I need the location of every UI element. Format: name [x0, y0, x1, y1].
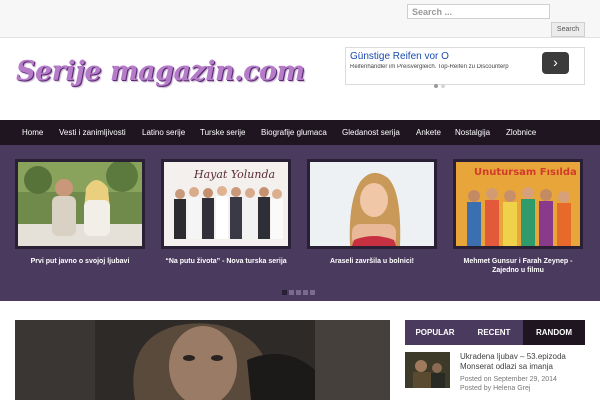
ad-subtitle: Reifenhändler im Preisvergleich. Top-Rei…	[350, 64, 509, 70]
search-input[interactable]	[407, 4, 550, 19]
slide-image-title: Hayat Yolunda	[193, 168, 275, 181]
slide-image[interactable]	[307, 159, 437, 249]
slide-caption[interactable]: Araseli završila u bolnici!	[307, 257, 437, 266]
slide[interactable]: Unutursam Fısılda Mehmet Gunsur i Farah …	[453, 159, 583, 275]
sidebar-tabs: POPULAR RECENT RANDOM	[405, 320, 585, 345]
slide[interactable]: Prvi put javno o svojoj ljubavi	[15, 159, 145, 266]
slide[interactable]: Hayat Yolunda “Na putu života” - Nova tu…	[161, 159, 291, 266]
nav-item-ankete[interactable]: Ankete	[416, 120, 441, 145]
slide-image[interactable]: Hayat Yolunda	[161, 159, 291, 249]
slide-image-title: Unutursam Fısılda	[474, 167, 577, 178]
site-logo[interactable]: Serije magazin.com	[16, 56, 305, 87]
main-nav: Home Vesti i zanimljivosti Latino serije…	[0, 120, 600, 145]
nav-item-latino[interactable]: Latino serije	[142, 120, 185, 145]
slider-dot[interactable]	[282, 290, 287, 295]
post-author: Posted by Helena Grej	[460, 385, 531, 392]
ad-title[interactable]: Günstige Reifen vor O	[350, 51, 530, 62]
slide-caption[interactable]: “Na putu života” - Nova turska serija	[161, 257, 291, 266]
nav-item-turske[interactable]: Turske serije	[200, 120, 246, 145]
slide-image[interactable]	[15, 159, 145, 249]
nav-item-home[interactable]: Home	[22, 120, 43, 145]
featured-article-image[interactable]	[15, 320, 390, 400]
nav-item-vesti[interactable]: Vesti i zanimljivosti	[59, 120, 126, 145]
ad-pagination	[434, 75, 448, 93]
slider-dot[interactable]	[296, 290, 301, 295]
nav-item-gledanost[interactable]: Gledanost serija	[342, 120, 400, 145]
ad-banner[interactable]: Günstige Reifen vor O Reifenhändler im P…	[345, 47, 585, 88]
site-header: Serije magazin.com Günstige Reifen vor O…	[0, 38, 600, 120]
nav-item-zlobnice[interactable]: Zlobnice	[506, 120, 536, 145]
post-thumbnail[interactable]	[405, 352, 450, 388]
post-meta: Posted on September 29, 2014 Posted by H…	[460, 375, 557, 393]
slider-dot[interactable]	[289, 290, 294, 295]
slider-dot[interactable]	[303, 290, 308, 295]
featured-slider: Prvi put javno o svojoj ljubavi Hayat Yo…	[0, 145, 600, 301]
slider-pagination	[282, 282, 317, 300]
slide-image[interactable]: Unutursam Fısılda	[453, 159, 583, 249]
tab-recent[interactable]: RECENT	[465, 320, 523, 345]
slide[interactable]: Araseli završila u bolnici!	[307, 159, 437, 266]
nav-item-biografije[interactable]: Biografije glumaca	[261, 120, 327, 145]
tab-random[interactable]: RANDOM	[523, 320, 585, 345]
tab-popular[interactable]: POPULAR	[405, 320, 465, 345]
post-title[interactable]: Ukradena ljubav – 53.epizoda Monserat od…	[460, 352, 585, 372]
search-button[interactable]: Search	[551, 22, 585, 37]
slide-caption[interactable]: Prvi put javno o svojoj ljubavi	[15, 257, 145, 266]
post-date: Posted on September 29, 2014	[460, 376, 557, 383]
chevron-right-icon[interactable]: ›	[542, 52, 569, 74]
top-bar: Search	[0, 0, 600, 38]
slider-dot[interactable]	[310, 290, 315, 295]
slide-caption[interactable]: Mehmet Gunsur i Farah Zeynep - Zajedno u…	[453, 257, 583, 275]
ad-dot[interactable]	[441, 84, 445, 88]
nav-item-nostalgija[interactable]: Nostalgija	[455, 120, 490, 145]
ad-dot[interactable]	[434, 84, 438, 88]
